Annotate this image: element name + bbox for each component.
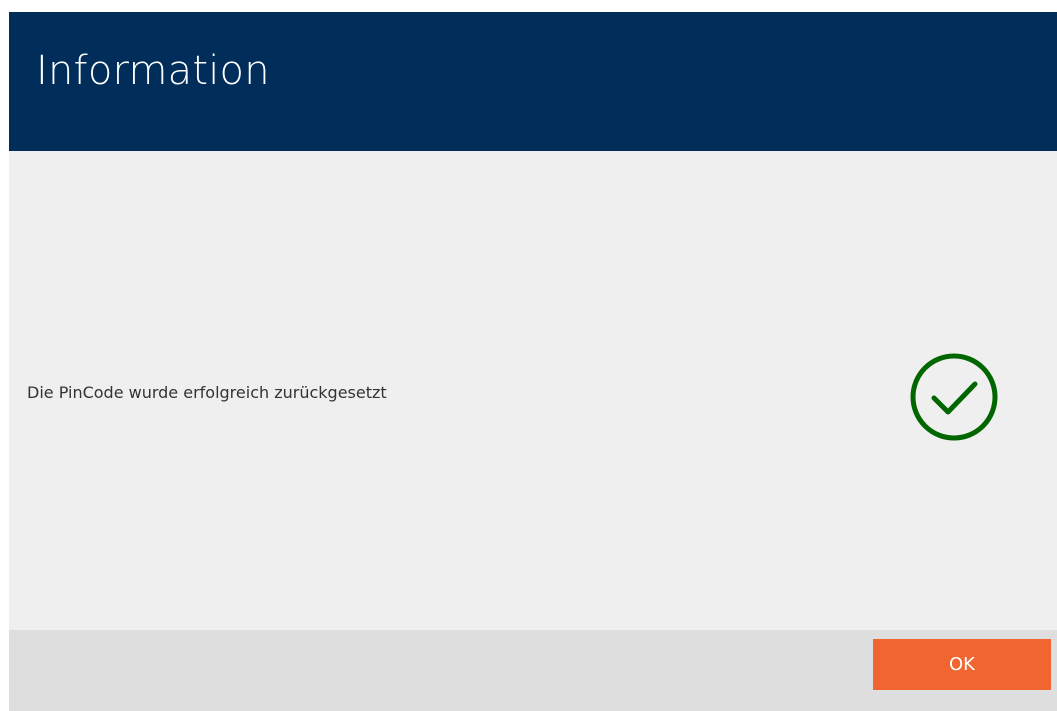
check-circle-icon xyxy=(910,353,998,441)
dialog-header: Information xyxy=(9,12,1057,151)
dialog-body: Die PinCode wurde erfolgreich zurückgese… xyxy=(9,151,1057,630)
dialog-title: Information xyxy=(36,48,270,94)
information-dialog: Information Die PinCode wurde erfolgreic… xyxy=(9,12,1057,711)
dialog-footer: OK xyxy=(9,630,1057,711)
ok-button[interactable]: OK xyxy=(873,639,1051,690)
dialog-message: Die PinCode wurde erfolgreich zurückgese… xyxy=(27,383,387,402)
